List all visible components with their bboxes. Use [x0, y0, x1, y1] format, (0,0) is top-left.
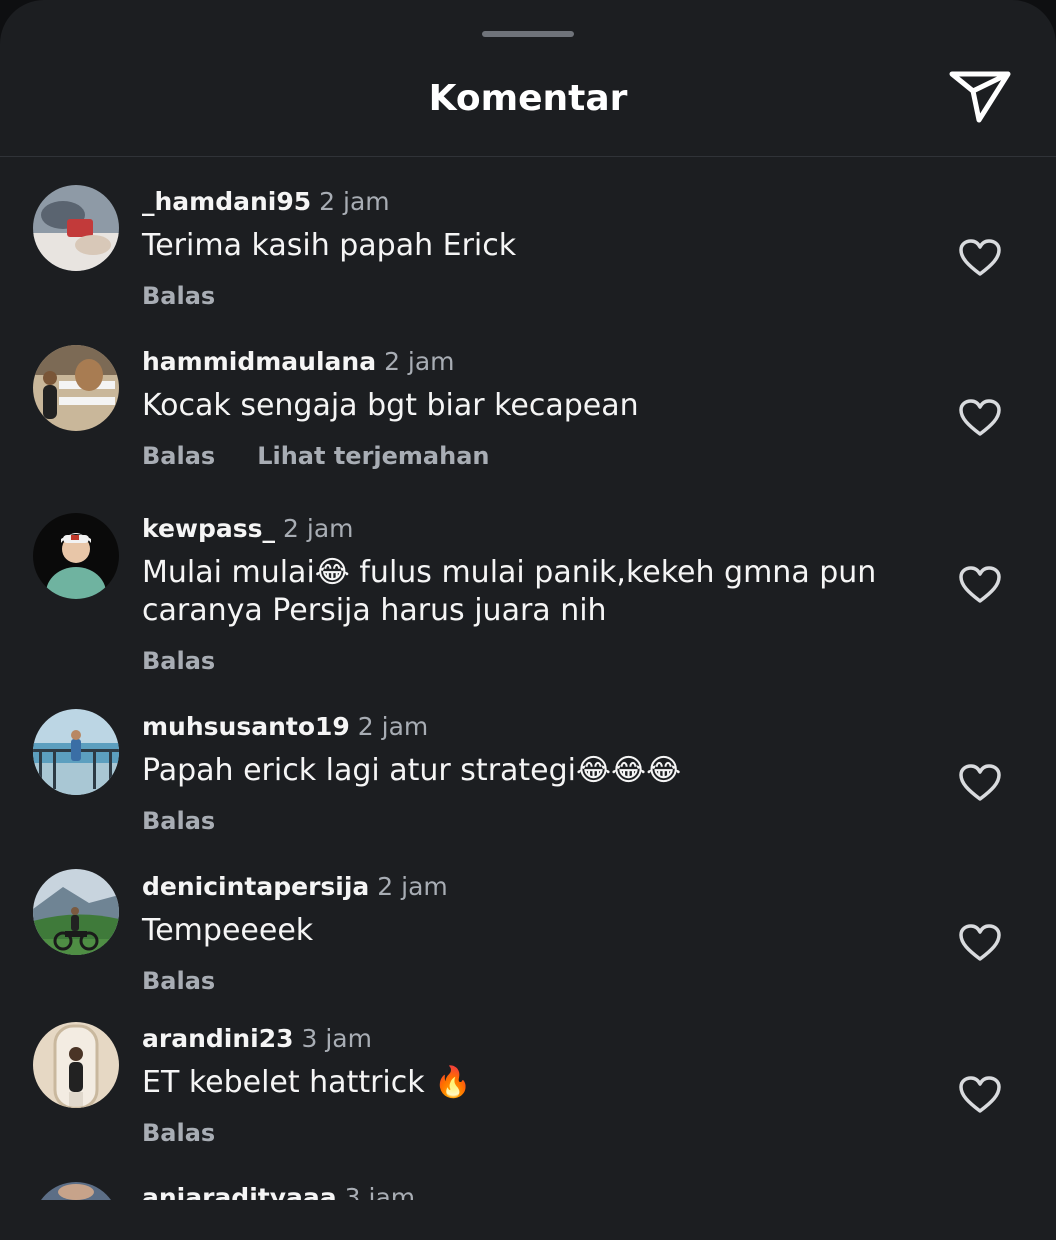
comment-actions: Balas — [142, 645, 215, 677]
comment-actions: Balas Lihat terjemahan — [142, 440, 490, 472]
comments-sheet: Komentar _hamdani95 2 jam Terima kasih pa… — [0, 0, 1056, 1240]
comment-meta: hammidmaulana 2 jam — [142, 346, 455, 378]
comment-time: 3 jam — [301, 1024, 372, 1053]
comment-username[interactable]: kewpass_ — [142, 514, 275, 543]
reply-button[interactable]: Balas — [142, 282, 215, 310]
comment-meta: muhsusanto19 2 jam — [142, 711, 428, 743]
avatar[interactable] — [33, 345, 119, 431]
see-translation-button[interactable]: Lihat terjemahan — [257, 442, 489, 470]
reply-button[interactable]: Balas — [142, 967, 215, 995]
reply-button[interactable]: Balas — [142, 647, 215, 675]
heart-outline-icon — [959, 924, 1001, 961]
comment-item: anjaradityaaa 3 jam — [0, 1182, 1056, 1200]
avatar[interactable] — [33, 869, 119, 955]
like-button[interactable] — [958, 238, 1002, 278]
comment-meta: denicintapersija 2 jam — [142, 871, 448, 903]
heart-outline-icon — [959, 399, 1001, 436]
like-button[interactable] — [958, 1075, 1002, 1115]
comment-actions: Balas — [142, 805, 215, 837]
comment-time: 2 jam — [377, 872, 448, 901]
comment-text: Terima kasih papah Erick — [142, 228, 517, 263]
comment-time: 2 jam — [357, 712, 429, 741]
comment-username[interactable]: arandini23 — [142, 1024, 294, 1053]
heart-outline-icon — [959, 566, 1001, 603]
comment-username[interactable]: hammidmaulana — [142, 347, 376, 376]
send-icon — [949, 71, 1011, 123]
comment-meta: anjaradityaaa 3 jam — [142, 1182, 415, 1200]
comment-text: Tempeeeek — [142, 913, 314, 948]
avatar[interactable] — [33, 185, 119, 271]
like-button[interactable] — [958, 763, 1002, 803]
comment-text: Kocak sengaja bgt biar kecapean — [142, 388, 639, 423]
heart-outline-icon — [959, 764, 1001, 801]
comment-time: 3 jam — [344, 1183, 416, 1200]
send-button[interactable] — [947, 66, 1013, 126]
avatar[interactable] — [33, 709, 119, 795]
reply-button[interactable]: Balas — [142, 442, 215, 470]
comment-actions: Balas — [142, 280, 215, 312]
comment-meta: kewpass_ 2 jam — [142, 513, 354, 545]
comment-actions: Balas — [142, 1117, 215, 1149]
heart-outline-icon — [959, 239, 1001, 276]
avatar[interactable] — [33, 1022, 119, 1108]
heart-outline-icon — [959, 1076, 1001, 1113]
page-title: Komentar — [428, 78, 628, 119]
comment-meta: arandini23 3 jam — [142, 1023, 372, 1055]
like-button[interactable] — [958, 398, 1002, 438]
like-button[interactable] — [958, 923, 1002, 963]
comment-text: Mulai mulai😂 fulus mulai panik,kekeh gmn… — [142, 555, 877, 628]
comment-username[interactable]: muhsusanto19 — [142, 712, 350, 741]
comment-username[interactable]: anjaradityaaa — [142, 1183, 337, 1200]
comment-username[interactable]: denicintapersija — [142, 872, 369, 901]
comment-text: Papah erick lagi atur strategi😂😂😂 — [142, 753, 682, 788]
comment-text: ET kebelet hattrick 🔥 — [142, 1065, 472, 1100]
comment-time: 2 jam — [384, 347, 455, 376]
comment-meta: _hamdani95 2 jam — [142, 186, 390, 218]
reply-button[interactable]: Balas — [142, 1119, 215, 1147]
avatar[interactable] — [33, 513, 119, 599]
comment-actions: Balas — [142, 965, 215, 997]
comment-username[interactable]: _hamdani95 — [142, 187, 311, 216]
comment-time: 2 jam — [319, 187, 390, 216]
reply-button[interactable]: Balas — [142, 807, 215, 835]
comment-time: 2 jam — [283, 514, 354, 543]
like-button[interactable] — [958, 565, 1002, 605]
comments-header: Komentar — [0, 0, 1056, 157]
avatar[interactable] — [33, 1182, 119, 1200]
